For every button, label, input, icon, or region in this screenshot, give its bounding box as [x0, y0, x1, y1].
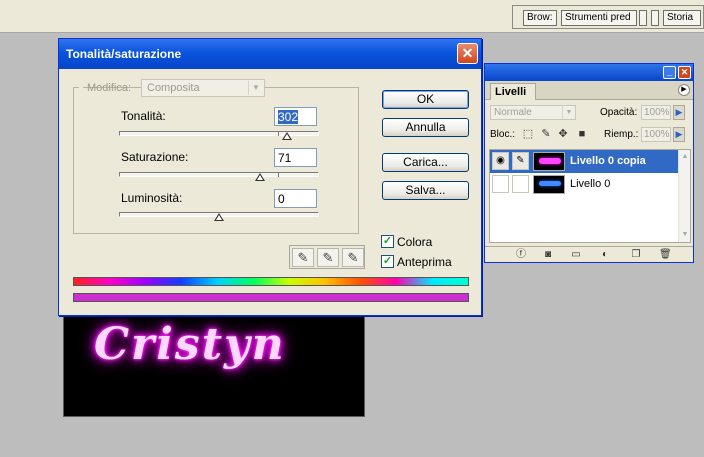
layer-row[interactable]: ◉ ✎ Livello 0 copia [490, 150, 679, 173]
new-group-icon[interactable]: ▭ [570, 249, 582, 261]
hue-saturation-dialog: Tonalità/saturazione ✕ Modifica: Composi… [58, 38, 482, 316]
glowing-text-artwork: Cristyn [94, 319, 286, 370]
chevron-down-icon: ▼ [562, 106, 575, 119]
tab-history[interactable]: Storia [663, 10, 701, 26]
palette-well: Brow: Strumenti pred Storia [512, 5, 704, 29]
close-button[interactable]: ✕ [457, 43, 478, 64]
opacity-field[interactable]: 100% [641, 105, 671, 120]
visibility-toggle[interactable] [492, 175, 509, 193]
lightness-label: Luminosità: [121, 191, 183, 205]
fill-arrow-icon[interactable]: ▶ [673, 127, 685, 142]
preview-checkbox[interactable]: ✓ [381, 255, 394, 268]
tab-collapsed-1[interactable] [639, 10, 647, 26]
new-layer-icon[interactable]: ❐ [630, 249, 642, 261]
trash-icon[interactable]: 🗑 [659, 249, 672, 261]
minimize-icon: _ [666, 67, 672, 77]
brush-icon[interactable]: ✎ [512, 152, 529, 170]
edit-channel-dropdown[interactable]: Composita ▼ [141, 79, 265, 97]
lock-label: Bloc.: [490, 129, 516, 140]
layer-mask-icon[interactable]: ◙ [542, 249, 554, 261]
lightness-slider-thumb[interactable] [214, 213, 224, 221]
panel-menu-icon[interactable]: ▶ [678, 84, 690, 96]
adjustment-layer-icon[interactable]: ◐ [599, 249, 611, 261]
lock-all-icon[interactable]: ■ [576, 128, 588, 140]
hue-label: Tonalità: [121, 109, 166, 123]
blend-mode-dropdown[interactable]: Normale ▼ [490, 105, 576, 120]
palette-well-bar: Brow: Strumenti pred Storia [0, 0, 704, 33]
layers-tab-strip: Livelli ▶ [485, 81, 693, 100]
output-colorize-bar [73, 293, 469, 302]
blend-row: Normale ▼ Opacità: 100% ▶ [490, 105, 690, 122]
edit-channel-value: Composita [147, 82, 200, 94]
eyedropper-add-icon[interactable]: ✎ [317, 248, 339, 267]
close-icon: ✕ [461, 45, 474, 61]
eyedropper-group: ✎ ✎ ✎ [289, 245, 365, 269]
layers-panel-titlebar[interactable]: _ ✕ [485, 64, 693, 81]
lock-row: Bloc.: ⬚ ✎ ✥ ■ Riemp.: 100% ▶ [490, 127, 690, 144]
tab-collapsed-2[interactable] [651, 10, 659, 26]
hue-field[interactable]: 302 [274, 107, 317, 126]
layers-footer: ⓕ ◙ ▭ ◐ ❐ 🗑 [485, 246, 693, 262]
input-spectrum-bar [73, 277, 469, 286]
layer-thumbnail [533, 152, 565, 171]
panel-close-button[interactable]: ✕ [678, 66, 691, 79]
eyedropper-subtract-icon[interactable]: ✎ [342, 248, 364, 267]
blend-mode-value: Normale [494, 107, 532, 118]
saturation-slider-thumb[interactable] [255, 173, 265, 181]
layers-scrollbar[interactable]: ▲ ▼ [678, 150, 690, 242]
edit-row: Modifica: [79, 78, 131, 98]
fill-label: Riemp.: [604, 129, 639, 140]
layer-row[interactable]: Livello 0 [490, 173, 679, 196]
dialog-title: Tonalità/saturazione [66, 47, 182, 61]
close-icon: ✕ [680, 67, 689, 77]
tab-layers[interactable]: Livelli [490, 83, 536, 100]
hue-slider-thumb[interactable] [282, 132, 292, 140]
lock-brush-icon[interactable]: ✎ [540, 128, 552, 140]
saturation-field[interactable]: 71 [274, 148, 317, 167]
preview-label: Anteprima [397, 255, 452, 269]
layer-thumbnail [533, 175, 565, 194]
layer-style-icon[interactable]: ⓕ [515, 249, 527, 261]
eye-icon[interactable]: ◉ [492, 152, 509, 170]
hue-center-tick [278, 131, 279, 136]
link-toggle[interactable] [512, 175, 529, 193]
fill-field[interactable]: 100% [641, 127, 671, 142]
lightness-field[interactable]: 0 [274, 189, 317, 208]
saturation-slider-track[interactable] [119, 172, 319, 177]
eyedropper-icon[interactable]: ✎ [292, 248, 314, 267]
layers-list: ◉ ✎ Livello 0 copia Livello 0 ▲ ▼ [489, 149, 691, 243]
image-document-canvas[interactable]: Cristyn [63, 300, 365, 417]
opacity-label: Opacità: [600, 107, 638, 118]
colorize-label: Colora [397, 235, 433, 249]
ok-button[interactable]: OK [382, 90, 469, 109]
tab-browser[interactable]: Brow: [523, 10, 557, 26]
saturation-label: Saturazione: [121, 150, 189, 164]
lock-transparency-icon[interactable]: ⬚ [522, 128, 534, 140]
scroll-down-icon[interactable]: ▼ [680, 230, 690, 240]
scroll-up-icon[interactable]: ▲ [680, 152, 690, 162]
save-button[interactable]: Salva... [382, 181, 469, 200]
opacity-arrow-icon[interactable]: ▶ [673, 105, 685, 120]
chevron-down-icon: ▼ [248, 81, 263, 95]
layer-name[interactable]: Livello 0 copia [570, 155, 646, 167]
dialog-titlebar[interactable]: Tonalità/saturazione ✕ [59, 39, 481, 69]
layers-panel: _ ✕ Livelli ▶ Normale ▼ Opacità: 100% ▶ … [484, 63, 694, 263]
colorize-checkbox[interactable]: ✓ [381, 235, 394, 248]
minimize-button[interactable]: _ [663, 66, 676, 79]
lock-move-icon[interactable]: ✥ [557, 128, 569, 140]
load-button[interactable]: Carica... [382, 153, 469, 172]
hue-value: 302 [278, 110, 299, 124]
saturation-center-tick [278, 172, 279, 177]
edit-label: Modifica: [87, 82, 132, 94]
layer-name[interactable]: Livello 0 [570, 178, 610, 190]
tab-tool-presets[interactable]: Strumenti pred [561, 10, 637, 26]
cancel-button[interactable]: Annulla [382, 118, 469, 137]
